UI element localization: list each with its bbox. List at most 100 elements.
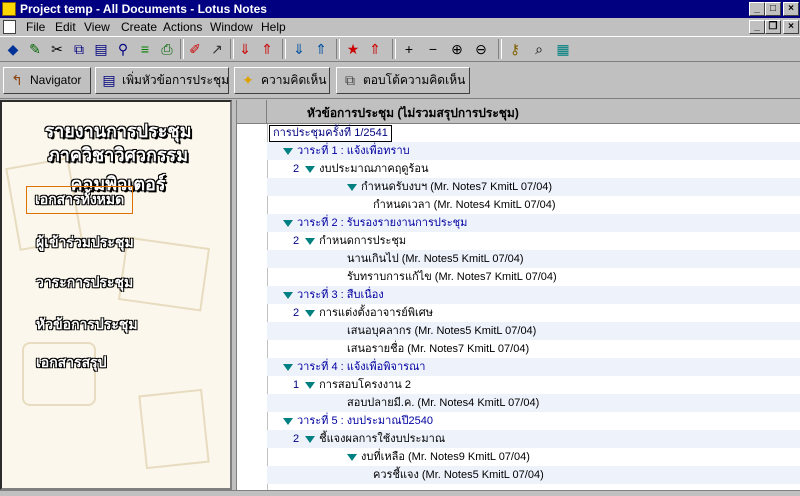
table-row[interactable]: งบที่เหลือ (Mr. Notes9 KmitL 07/04) [267,448,800,466]
topic-column-header[interactable]: หัวข้อการประชุม (ไม่รวมสรุปการประชุม) [307,104,519,123]
table-row[interactable]: นานเกินไป (Mr. Notes5 KmitL 07/04) [267,250,800,268]
twistie-expanded-icon[interactable] [305,381,316,389]
menu-help[interactable]: Help [261,20,286,34]
open-database-icon[interactable]: ◆ [2,39,24,60]
category-row[interactable]: วาระที่ 2 : รับรองรายงานการประชุม [267,214,800,232]
doc-restore-button[interactable]: ❐ [765,20,781,34]
menu-edit[interactable]: Edit [55,20,76,34]
category-row[interactable]: วาระที่ 1 : แจ้งเพื่อทราบ [267,142,800,160]
twistie-expanded-icon[interactable] [347,183,357,191]
twistie-expanded-icon[interactable] [305,435,316,443]
row-label: วาระที่ 1 : แจ้งเพื่อทราบ [297,145,410,157]
view-icon[interactable]: ▦ [552,39,574,60]
maximize-button[interactable]: □ [765,2,781,16]
twistie-expanded-icon[interactable] [283,147,293,155]
category-row[interactable]: วาระที่ 4 : แจ้งเพื่อพิจารณา [267,358,800,376]
table-row[interactable]: เสนอรายชื่อ (Mr. Notes7 KmitL 07/04) [267,340,800,358]
table-row[interactable]: 1 การสอบโครงงาน 2 [267,376,800,394]
cut-icon[interactable]: ✂ [46,39,68,60]
navigator-button[interactable]: ↰ Navigator [3,67,91,94]
print-icon[interactable]: ⎙ [156,39,178,60]
bookmark-icon[interactable]: ≡ [134,39,156,60]
row-label: ควรชี้แจง (Mr. Notes5 KmitL 07/04) [373,469,544,481]
row-label: เสนอบุคลากร (Mr. Notes5 KmitL 07/04) [347,325,537,337]
copy-icon[interactable]: ⧉ [68,39,90,60]
toolbar-separator [392,39,396,59]
action-bar: ↰ Navigator ▤ เพิ่มหัวข้อการประชุม ✦ ควา… [0,62,800,99]
twistie-expanded-icon[interactable] [305,237,316,245]
table-row[interactable]: การประชุมครั้งที่ 1/2541 [267,124,800,142]
twistie-expanded-icon[interactable] [283,417,293,425]
twistie-expanded-icon[interactable] [305,165,316,173]
close-button[interactable]: × [783,2,799,16]
doc-minimize-button[interactable]: _ [749,20,765,34]
table-row[interactable]: กำหนดรับงบฯ (Mr. Notes7 KmitL 07/04) [267,178,800,196]
menu-window[interactable]: Window [210,20,253,34]
move-top-icon[interactable]: ⇑ [256,39,278,60]
properties-icon[interactable]: ⚲ [112,39,134,60]
minimize-button[interactable]: _ [749,2,765,16]
menu-file[interactable]: File [26,20,45,34]
response-count: 1 [293,379,300,391]
search-icon[interactable]: ⚷ [504,39,526,60]
navigator-pane: รายงานการประชุม ภาควิชาวิศวกรรมคอมพิวเตอ… [0,100,232,490]
row-label: งบที่เหลือ (Mr. Notes9 KmitL 07/04) [361,451,530,463]
collapse-all-icon[interactable]: ⊖ [470,39,492,60]
row-label: วาระที่ 2 : รับรองรายงานการประชุม [297,217,468,229]
row-label: ชี้แจงผลการใช้งบประมาณ [319,433,446,445]
forward-icon[interactable]: ↗ [206,39,228,60]
doc-close-button[interactable]: × [783,20,799,34]
document-window-icon[interactable] [3,20,16,34]
menu-create[interactable]: Create [121,20,157,34]
move-up-icon[interactable]: ⇓ [234,39,256,60]
background-book-decoration [138,388,210,470]
view-column-header: หัวข้อการประชุม (ไม่รวมสรุปการประชุม) [237,100,800,124]
table-row[interactable]: 2 การแต่งตั้งอาจารย์พิเศษ [267,304,800,322]
nav-link-agenda[interactable]: วาระการประชุม [36,272,133,294]
table-row[interactable]: กำหนดเวลา (Mr. Notes4 KmitL 07/04) [267,196,800,214]
next-unread-icon[interactable]: ⇓ [288,39,310,60]
edit-document-icon[interactable]: ✎ [24,39,46,60]
twistie-expanded-icon[interactable] [283,363,293,371]
nav-link-summary[interactable]: เอกสารสรุป [36,352,107,374]
table-row[interactable]: สอบปลายมี.ค. (Mr. Notes4 KmitL 07/04) [267,394,800,412]
row-label: รับทราบการแก้ไข (Mr. Notes7 KmitL 07/04) [347,271,557,283]
category-row[interactable]: วาระที่ 3 : สืบเนื่อง [267,286,800,304]
table-row[interactable]: 2 กำหนดการประชุม [267,232,800,250]
menu-actions[interactable]: Actions [163,20,202,34]
reply-button[interactable]: ⧉ ตอบโต้ความคิดเห็น [336,67,470,94]
send-mail-icon[interactable]: ✐ [184,39,206,60]
category-row[interactable]: วาระที่ 5 : งบประมาณปี2540 [267,412,800,430]
paste-icon[interactable]: ▤ [90,39,112,60]
previous-unread-icon[interactable]: ⇑ [310,39,332,60]
table-row[interactable]: เสนอบุคลากร (Mr. Notes5 KmitL 07/04) [267,322,800,340]
twistie-expanded-icon[interactable] [283,291,293,299]
table-row[interactable]: ควรชี้แจง (Mr. Notes5 KmitL 07/04) [267,466,800,484]
add-topic-button[interactable]: ▤ เพิ่มหัวข้อการประชุม [95,67,229,94]
comment-button[interactable]: ✦ ความคิดเห็น [234,67,330,94]
twistie-expanded-icon[interactable] [283,219,293,227]
next-marked-icon[interactable]: ⇑ [364,39,386,60]
expand-all-icon[interactable]: ⊕ [446,39,468,60]
nav-link-attendees[interactable]: ผู้เข้าร่วมประชุม [36,232,134,254]
toolbar-separator [336,39,340,59]
mark-read-icon[interactable]: ★ [342,39,364,60]
selection-column-header[interactable] [237,100,267,123]
expand-icon[interactable]: + [398,39,420,60]
lotus-notes-app-icon[interactable] [2,2,16,16]
table-row[interactable]: รับทราบการแก้ไข (Mr. Notes7 KmitL 07/04) [267,268,800,286]
find-icon[interactable]: ⌕ [528,39,550,60]
row-label: วาระที่ 3 : สืบเนื่อง [297,289,384,301]
row-label: การประชุมครั้งที่ 1/2541 [273,127,388,139]
table-row[interactable]: 2 งบประมาณภาคฤดูร้อน [267,160,800,178]
add-topic-label: เพิ่มหัวข้อการประชุม [122,73,229,87]
twistie-expanded-icon[interactable] [305,309,316,317]
twistie-expanded-icon[interactable] [347,453,357,461]
nav-link-topics[interactable]: หัวข้อการประชุม [36,314,138,336]
collapse-icon[interactable]: − [422,39,444,60]
nav-link-all-documents[interactable]: เอกสารทั้งหมด [26,186,134,214]
menu-view[interactable]: View [84,20,110,34]
selection-margin[interactable] [237,124,268,490]
toolbar-separator [498,39,502,59]
table-row[interactable]: 2 ชี้แจงผลการใช้งบประมาณ [267,430,800,448]
